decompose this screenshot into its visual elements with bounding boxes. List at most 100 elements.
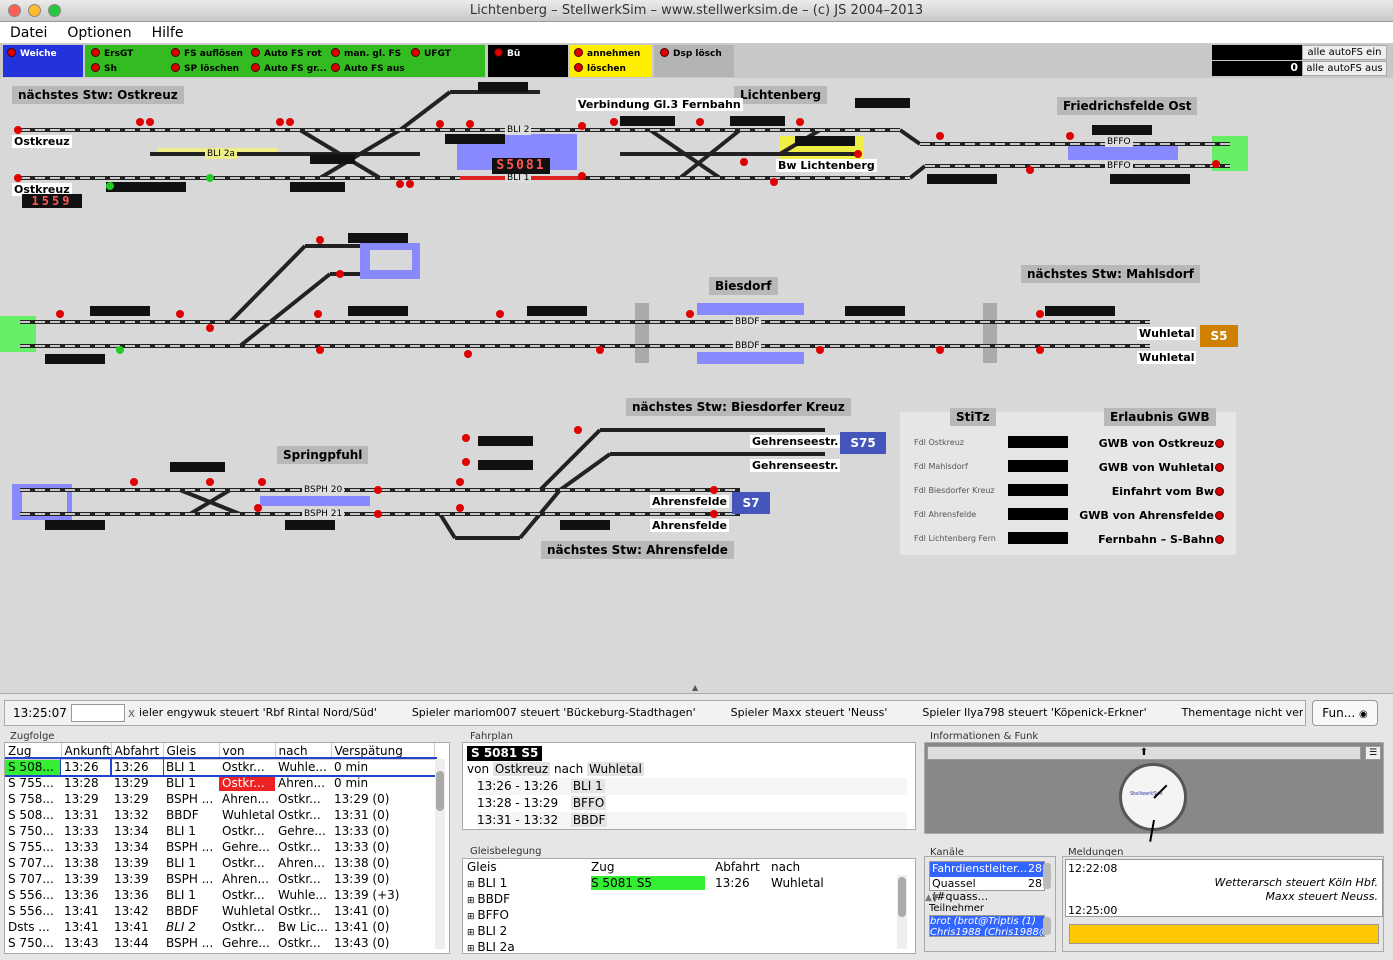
expand-icon[interactable]: ⊞ <box>467 896 477 906</box>
gwb-button[interactable] <box>1215 487 1224 496</box>
fdl-indicator[interactable] <box>1008 508 1068 520</box>
bue-button[interactable]: Bü <box>494 48 520 60</box>
fdl-indicator[interactable] <box>1008 460 1068 472</box>
column-header[interactable]: von <box>219 743 276 760</box>
table-cell: BLI 1 <box>166 760 196 775</box>
table-row[interactable]: S 755... 13:28 13:29 BLI 1 Ostkr... Ahren... 0… <box>5 775 435 791</box>
table-row[interactable]: ⊞ BBDF <box>463 891 899 907</box>
alle-autofs-ein-button[interactable]: alle autoFS ein <box>1302 45 1387 60</box>
weiche-group: Weiche <box>3 45 83 77</box>
station-friedrichsfelde-ost: Friedrichsfelde Ost <box>1057 97 1198 115</box>
column-header[interactable]: Gleis <box>163 743 220 760</box>
menu-list-icon[interactable]: ☰ <box>1365 746 1381 760</box>
table-row[interactable]: S 707... 13:39 13:39 BSPH ... Ahren... Ostkr.… <box>5 871 435 887</box>
table-row[interactable]: S 508... 13:31 13:32 BBDF Wuhletal Ostkr... 13… <box>5 807 435 823</box>
weiche-button[interactable]: Weiche <box>7 48 57 60</box>
gleis-scrollbar[interactable] <box>897 875 907 949</box>
table-cell: Ostkr... <box>278 808 321 822</box>
gwb-button[interactable] <box>1215 439 1224 448</box>
table-row[interactable]: S 750... 13:43 13:44 BSPH ... Gehre... Ostkr.… <box>5 935 435 951</box>
menu-optionen[interactable]: Optionen <box>57 22 141 44</box>
column-header[interactable]: Ankunft <box>61 743 112 760</box>
expand-icon[interactable]: ⊞ <box>467 928 477 938</box>
column-header[interactable]: Zug <box>587 859 711 875</box>
table-cell: 13:34 <box>114 824 149 838</box>
column-header[interactable]: Abfahrt <box>111 743 164 760</box>
funk-button[interactable]: Fun... ◉ <box>1312 700 1378 726</box>
minimize-window-button[interactable] <box>28 4 41 17</box>
column-header[interactable]: nach <box>275 743 332 760</box>
participant-item[interactable]: Chris1988 (Chris1988@ <box>930 927 1044 936</box>
table-row[interactable]: S 750... 13:33 13:34 BLI 1 Ostkr... Gehre... 1… <box>5 823 435 839</box>
expand-icon[interactable]: ⊞ <box>467 880 477 890</box>
gwb-button[interactable] <box>1215 511 1224 520</box>
close-window-button[interactable] <box>8 4 21 17</box>
annehmen-button[interactable]: annehmen <box>574 48 640 60</box>
table-row[interactable]: ⊞ BFFO <box>463 907 899 923</box>
channel-item[interactable]: Quassel (#quass... 28 <box>930 877 1044 903</box>
alle-autofs-aus-button[interactable]: alle autoFS aus <box>1302 61 1387 76</box>
table-cell: 13:41 <box>64 904 99 918</box>
menu-hilfe[interactable]: Hilfe <box>142 22 194 44</box>
fdl-indicator[interactable] <box>1008 436 1068 448</box>
zoom-window-button[interactable] <box>48 4 61 17</box>
train-number-display[interactable]: S5081 <box>492 158 550 174</box>
clear-input-icon[interactable]: x <box>128 706 135 720</box>
table-row[interactable]: S 707... 13:38 13:39 BLI 1 Ostkr... Ahren... 1… <box>5 855 435 871</box>
kanaele-scrollbar[interactable] <box>1043 863 1051 889</box>
loeschen-button[interactable]: löschen <box>574 63 626 75</box>
teilnehmer-scrollbar[interactable] <box>1043 917 1051 935</box>
table-row[interactable]: ⊞ BLI 1 S 5081 S5 13:26 Wuhletal <box>463 875 899 891</box>
auto-fs-rot-button[interactable]: Auto FS rot <box>251 48 322 60</box>
expand-icon[interactable]: ⊞ <box>467 912 477 922</box>
sp-loeschen-button[interactable]: SP löschen <box>171 63 239 75</box>
dsp-loeschen-button[interactable]: Dsp lösch <box>660 48 722 60</box>
sh-button[interactable]: Sh <box>91 63 117 75</box>
table-cell: ⊞ BFFO <box>467 908 509 922</box>
led-icon <box>574 63 583 72</box>
table-row[interactable]: Dsts ... 13:41 13:41 BLI 2 Ostkr... Bw Lic...… <box>5 919 435 935</box>
message-text: Maxx steuert Neuss. <box>1265 890 1378 903</box>
track-diagram[interactable] <box>0 78 1393 684</box>
ticker-input[interactable] <box>71 704 125 722</box>
fdl-indicator[interactable] <box>1008 484 1068 496</box>
up-arrow-icon[interactable]: ⬆ <box>927 746 1361 760</box>
message-input[interactable] <box>1069 924 1379 944</box>
participant-item[interactable]: brot (brot@Triptis (1) <box>930 916 1044 927</box>
table-cell: BLI 1 <box>166 824 196 838</box>
table-row[interactable]: S 758... 13:29 13:29 BSPH ... Ahren... Ostkr.… <box>5 791 435 807</box>
table-row[interactable]: S 556... 13:41 13:42 BBDF Wuhletal Ostkr... 13… <box>5 903 435 919</box>
scrollbar-thumb[interactable] <box>898 877 906 917</box>
table-row[interactable]: S 556... 13:36 13:36 BLI 1 Ostkr... Wuhle... 1… <box>5 887 435 903</box>
table-row[interactable]: S 508... 13:26 13:26 BLI 1 Ostkr... Wuhle... 0… <box>5 757 437 777</box>
menu-datei[interactable]: Datei <box>0 22 57 44</box>
split-handle-icon[interactable]: ▲ <box>692 683 698 692</box>
expand-icon[interactable]: ⊞ <box>467 944 477 953</box>
column-header[interactable]: nach <box>767 859 899 875</box>
column-header[interactable]: Abfahrt <box>711 859 767 875</box>
fs-aufloesen-button[interactable]: FS auflösen <box>171 48 243 60</box>
ufgt-button[interactable]: UFGT <box>411 48 451 60</box>
column-header[interactable]: Zug <box>5 743 62 760</box>
table-cell: S 755... <box>8 776 54 790</box>
man-gl-fs-button[interactable]: man. gl. FS <box>331 48 401 60</box>
scrollbar-thumb[interactable] <box>436 771 444 811</box>
zugfolge-scrollbar[interactable] <box>435 759 445 949</box>
collapse-icon[interactable]: ▲▼ <box>925 893 939 903</box>
column-header[interactable]: Gleis <box>463 859 587 875</box>
auto-fs-gruen-button[interactable]: Auto FS gr... <box>251 63 327 75</box>
dsp-group: Dsp lösch <box>654 45 734 77</box>
ersgt-button[interactable]: ErsGT <box>91 48 133 60</box>
gwb-button[interactable] <box>1215 463 1224 472</box>
channel-item[interactable]: Fahrdienstleiter... 28 <box>930 862 1044 877</box>
fdl-indicator[interactable] <box>1008 532 1068 544</box>
label-ahrensfelde-2: Ahrensfelde <box>650 519 729 532</box>
auto-fs-aus-button[interactable]: Auto FS aus <box>331 63 405 75</box>
table-row[interactable]: ⊞ BLI 2 <box>463 923 899 939</box>
table-row[interactable]: S 755... 13:33 13:34 BSPH ... Gehre... Ostkr.… <box>5 839 435 855</box>
table-cell: Ostkr... <box>278 872 321 886</box>
table-row[interactable]: ⊞ BLI 2a <box>463 939 899 953</box>
gwb-button[interactable] <box>1215 535 1224 544</box>
column-header[interactable]: Verspätung <box>331 743 435 760</box>
track-board[interactable]: nächstes Stw: Ostkreuz Lichtenberg Fried… <box>0 78 1393 684</box>
